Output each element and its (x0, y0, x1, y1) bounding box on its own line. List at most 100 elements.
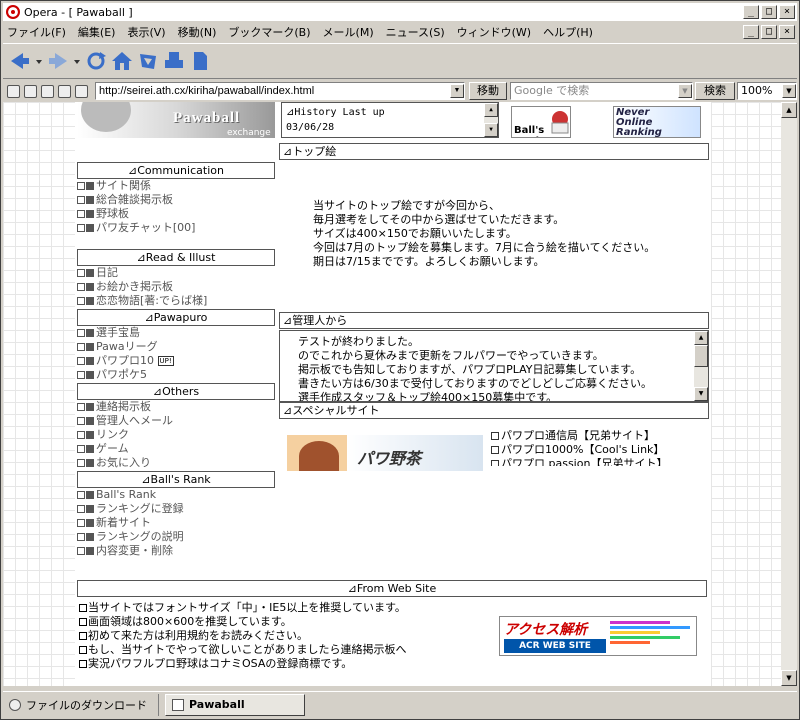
scroll-thumb[interactable] (694, 345, 708, 367)
scroll-up-icon[interactable]: ▲ (781, 102, 797, 118)
page-vertical-scrollbar[interactable]: ▲ ▼ (781, 102, 797, 686)
reload-icon (87, 52, 106, 70)
go-button[interactable]: 移動 (469, 82, 507, 100)
nav-header-read-illust: ⊿Read & Illust (77, 249, 275, 266)
scroll-up-icon[interactable]: ▲ (694, 331, 708, 345)
nav-item[interactable]: 選手宝島 (77, 326, 277, 340)
special-banner-title: パワ野茶 (357, 449, 422, 468)
cookie-icon[interactable] (24, 84, 37, 98)
zoom-select[interactable]: 100% ▼ (737, 82, 797, 100)
menu-view[interactable]: 表示(V) (121, 24, 171, 40)
menu-file[interactable]: ファイル(F) (3, 24, 72, 40)
site-banner[interactable]: Pawaball exchange (77, 102, 275, 138)
special-site-banner[interactable]: パワ野茶 (287, 435, 483, 471)
forward-history-dropdown[interactable] (73, 50, 81, 72)
nav-item[interactable]: お絵かき掲示板 (77, 280, 277, 294)
scroll-down-icon[interactable]: ▼ (781, 670, 797, 686)
nav-item[interactable]: パワポケ5 (77, 368, 277, 382)
nav-item[interactable]: ランキングの説明 (77, 530, 277, 544)
nav-item[interactable]: 管理人へメール (77, 414, 277, 428)
banner-title: Pawaball (173, 110, 241, 126)
nav-item[interactable]: Ball's Rank (77, 488, 277, 502)
menu-edit[interactable]: 編集(E) (72, 24, 122, 40)
nav-list-pawapuro: 選手宝島 Pawaリーグ パワプロ10 UP! パワポケ5 (77, 326, 277, 382)
special-link[interactable]: パワプロ passion【兄弟サイト】 (491, 457, 667, 466)
nav-item[interactable]: ランキングに登録 (77, 502, 277, 516)
history-scrollbar[interactable]: ▲ ▼ (484, 103, 498, 137)
menu-help[interactable]: ヘルプ(H) (537, 24, 599, 40)
nav-item[interactable]: 総合雑談掲示板 (77, 193, 277, 207)
zoom-dropdown-icon[interactable]: ▼ (782, 84, 796, 98)
menu-navigate[interactable]: 移動(N) (172, 24, 223, 40)
body-line: テストが終わりました。 (298, 335, 419, 348)
body-line: サイズは400×150でお願いいたします。 (313, 227, 517, 240)
scroll-down-icon[interactable]: ▼ (484, 123, 498, 137)
zoom-value: 100% (741, 84, 773, 97)
navigation-toolbar (3, 43, 797, 79)
back-history-dropdown[interactable] (35, 50, 43, 72)
print-button[interactable] (163, 50, 185, 72)
body-line: 掲示板でも告知しておりますが、パワプロPLAY日記募集しています。 (298, 363, 642, 376)
nav-item[interactable]: 恋恋物語[著:でらば様] (77, 294, 277, 308)
doc-close-button[interactable]: × (779, 25, 795, 39)
admin-message-text: テストが終わりました。 のでこれから夏休みまで更新をフルパワーでやっていきます。… (298, 335, 652, 401)
nav-item[interactable]: 内容変更・削除 (77, 544, 277, 558)
admin-message-box: テストが終わりました。 のでこれから夏休みまで更新をフルパワーでやっていきます。… (279, 330, 709, 402)
nav-item[interactable]: 新着サイト (77, 516, 277, 530)
access-analysis-banner[interactable]: アクセス解析 ACR WEB SITE (499, 616, 697, 656)
close-button[interactable]: × (779, 5, 795, 19)
address-dropdown-icon[interactable]: ▼ (450, 84, 464, 98)
forward-button[interactable] (47, 50, 69, 72)
search-field[interactable]: Google で検索 ▼ (510, 82, 693, 100)
scroll-down-icon[interactable]: ▼ (694, 387, 708, 401)
nav-item[interactable]: 日記 (77, 266, 277, 280)
nav-item[interactable]: サイト関係 (77, 179, 277, 193)
acr-website-label: ACR WEB SITE (504, 639, 606, 653)
menu-mail[interactable]: メール(M) (317, 24, 380, 40)
nav-item[interactable]: Pawaリーグ (77, 340, 277, 354)
window-title: Opera - [ Pawaball ] (24, 5, 133, 19)
page-icon[interactable] (41, 84, 54, 98)
scroll-up-icon[interactable]: ▲ (484, 103, 498, 117)
never-online-ranking-banner[interactable]: Never Online Ranking (613, 106, 701, 138)
address-field[interactable]: http://seirei.ath.cx/kiriha/pawaball/ind… (95, 82, 465, 100)
nav-item[interactable]: お気に入り (77, 456, 277, 470)
search-dropdown-icon[interactable]: ▼ (678, 84, 692, 98)
note-button[interactable] (189, 50, 211, 72)
nav-item[interactable]: パワプロ10 UP! (77, 354, 277, 368)
admin-scrollbar[interactable]: ▲ ▼ (694, 331, 708, 401)
special-link[interactable]: パワプロ1000%【Cool's Link】 (491, 443, 667, 457)
site-notes: 当サイトではフォントサイズ「中」・IE5以上を推奨しています。 画面領域は800… (79, 601, 406, 671)
menu-bookmarks[interactable]: ブックマーク(B) (222, 24, 316, 40)
security-icon[interactable] (7, 84, 20, 98)
minimize-button[interactable]: _ (743, 5, 759, 19)
hotlist-button[interactable] (137, 50, 159, 72)
nav-item[interactable]: パワ友チャット[00] (77, 221, 277, 235)
page-tab-pawaball[interactable]: Pawaball (165, 693, 305, 716)
downloads-tab[interactable]: ファイルのダウンロード (3, 693, 159, 716)
menu-bar: ファイル(F) 編集(E) 表示(V) 移動(N) ブックマーク(B) メール(… (3, 22, 797, 42)
document-icon[interactable] (58, 84, 71, 98)
ranking-line: Ranking (616, 127, 662, 138)
note-line: 実況パワフルプロ野球はコナミOSAの登録商標です。 (79, 657, 406, 671)
home-button[interactable] (111, 50, 133, 72)
search-button[interactable]: 検索 (695, 82, 735, 100)
doc-restore-button[interactable]: □ (761, 25, 777, 39)
nav-header-pawapuro: ⊿Pawapuro (77, 309, 275, 326)
menu-news[interactable]: ニュース(S) (380, 24, 451, 40)
nav-item[interactable]: リンク (77, 428, 277, 442)
maximize-button[interactable]: □ (761, 5, 777, 19)
nav-item[interactable]: 野球板 (77, 207, 277, 221)
special-link[interactable]: パワプロ通信局【兄弟サイト】 (491, 429, 667, 443)
history-line: 03/06/28 (286, 122, 335, 133)
back-button[interactable] (9, 50, 31, 72)
balls-rank-banner[interactable]: Ball's Rank (511, 106, 571, 138)
reload-button[interactable] (85, 50, 107, 72)
menu-window[interactable]: ウィンドウ(W) (451, 24, 537, 40)
nav-item[interactable]: ゲーム (77, 442, 277, 456)
panel-icon[interactable] (75, 84, 88, 98)
nav-item[interactable]: 連絡掲示板 (77, 400, 277, 414)
status-bar: ファイルのダウンロード Pawaball (3, 691, 797, 717)
body-line: のでこれから夏休みまで更新をフルパワーでやっていきます。 (298, 349, 604, 362)
doc-minimize-button[interactable]: _ (743, 25, 759, 39)
